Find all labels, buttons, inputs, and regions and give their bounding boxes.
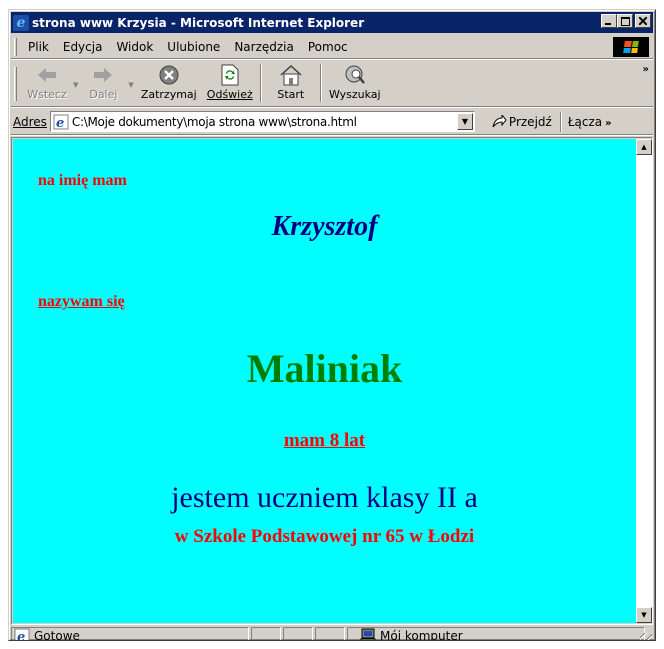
browser-window: e strona www Krzysia - Microsoft Interne… <box>8 9 656 641</box>
minimize-icon <box>605 23 611 25</box>
status-panel <box>283 627 313 640</box>
svg-text:e: e <box>17 630 25 641</box>
school-text: w Szkole Podstawowej nr 65 w Łodzi <box>174 526 475 547</box>
scroll-up-button[interactable]: ▲ <box>636 139 652 155</box>
back-arrow-icon <box>36 64 58 86</box>
home-icon <box>279 64 303 86</box>
windows-logo-icon <box>613 37 649 57</box>
menu-plik[interactable]: Plik <box>21 40 56 54</box>
window-controls <box>601 14 651 28</box>
forward-dropdown-icon[interactable]: ▼ <box>128 81 133 89</box>
close-icon <box>639 17 647 25</box>
menu-narzedzia[interactable]: Narzędzia <box>227 40 301 54</box>
status-panel <box>315 627 345 640</box>
refresh-label: Odśwież <box>206 88 253 101</box>
vertical-scrollbar[interactable]: ▲ ▼ <box>636 139 652 623</box>
content-frame: na imię mam Krzysztof nazywam się Malini… <box>11 137 653 625</box>
menu-grip[interactable] <box>14 37 17 56</box>
go-button[interactable]: Przejdź <box>491 114 552 129</box>
svg-text:e: e <box>56 116 64 130</box>
stop-icon <box>158 64 180 86</box>
home-label: Start <box>277 88 305 101</box>
status-panel <box>251 627 281 640</box>
resize-grip-icon[interactable] <box>640 633 652 640</box>
page-content: na imię mam Krzysztof nazywam się Malini… <box>13 139 636 623</box>
go-arrow-icon <box>492 114 507 127</box>
menu-pomoc[interactable]: Pomoc <box>301 40 355 54</box>
links-button[interactable]: Łącza» <box>568 115 612 129</box>
toolbar-grip[interactable] <box>14 67 17 101</box>
minimize-button[interactable] <box>601 14 617 28</box>
first-name: Krzysztof <box>271 211 378 242</box>
window-title: strona www Krzysia - Microsoft Internet … <box>32 15 365 30</box>
status-text-panel: e Gotowe <box>11 627 249 641</box>
class-text: jestem uczniem klasy II a <box>171 481 478 514</box>
my-computer-icon <box>360 628 376 640</box>
search-label: Wyszukaj <box>328 88 381 101</box>
scroll-down-button[interactable]: ▼ <box>636 607 652 623</box>
surname-intro: nazywam się <box>38 293 125 310</box>
surname: Maliniak <box>246 346 403 391</box>
close-button[interactable] <box>635 14 651 28</box>
status-bar: e Gotowe Mój komputer <box>11 626 653 641</box>
back-label: Wstecz <box>27 88 67 101</box>
links-separator <box>559 111 562 132</box>
toolbar-separator <box>259 64 262 102</box>
go-label: Przejdź <box>508 114 552 129</box>
stop-label: Zatrzymaj <box>140 88 197 101</box>
menu-widok[interactable]: Widok <box>109 40 160 54</box>
search-globe-icon <box>343 64 367 86</box>
maximize-button[interactable] <box>617 14 633 28</box>
page-status-icon: e <box>14 628 30 641</box>
search-button[interactable]: Wyszukaj <box>324 61 386 105</box>
links-label: Łącza <box>567 114 603 129</box>
stop-button[interactable]: Zatrzymaj <box>136 61 202 105</box>
toolbar-separator <box>319 64 322 102</box>
home-button[interactable]: Start <box>264 61 318 105</box>
address-label: Adres <box>13 114 47 129</box>
forward-button[interactable]: Dalej <box>78 61 128 105</box>
menu-ulubione[interactable]: Ulubione <box>160 40 227 54</box>
page-icon: e <box>53 114 69 130</box>
status-text: Gotowe <box>34 629 80 641</box>
zone-text: Mój komputer <box>380 629 463 641</box>
standard-toolbar: Wstecz ▼ Dalej ▼ Zatrzymaj Odśwież Start… <box>11 61 653 107</box>
security-zone-panel: Mój komputer <box>347 627 645 641</box>
age-text: mam 8 lat <box>283 430 366 451</box>
address-dropdown-button[interactable]: ▼ <box>456 113 473 130</box>
maximize-icon <box>620 16 630 26</box>
menu-edycja[interactable]: Edycja <box>56 40 110 54</box>
ie-logo-icon: e <box>13 14 29 31</box>
toolbar-more-chevron[interactable]: » <box>643 64 649 75</box>
address-input[interactable]: e C:\Moje dokumenty\moja strona www\stro… <box>49 111 475 132</box>
forward-arrow-icon <box>92 64 114 86</box>
title-bar[interactable]: e strona www Krzysia - Microsoft Interne… <box>11 12 653 33</box>
back-button[interactable]: Wstecz <box>21 61 73 105</box>
links-more-chevron: » <box>605 117 612 129</box>
first-name-intro: na imię mam <box>38 172 127 189</box>
address-bar: Adres e C:\Moje dokumenty\moja strona ww… <box>11 109 653 135</box>
forward-label: Dalej <box>89 88 118 101</box>
refresh-icon <box>220 64 240 86</box>
refresh-button[interactable]: Odśwież <box>202 61 258 105</box>
address-text: C:\Moje dokumenty\moja strona www\strona… <box>71 114 357 129</box>
menu-bar: Plik Edycja Widok Ulubione Narzędzia Pom… <box>11 35 653 59</box>
